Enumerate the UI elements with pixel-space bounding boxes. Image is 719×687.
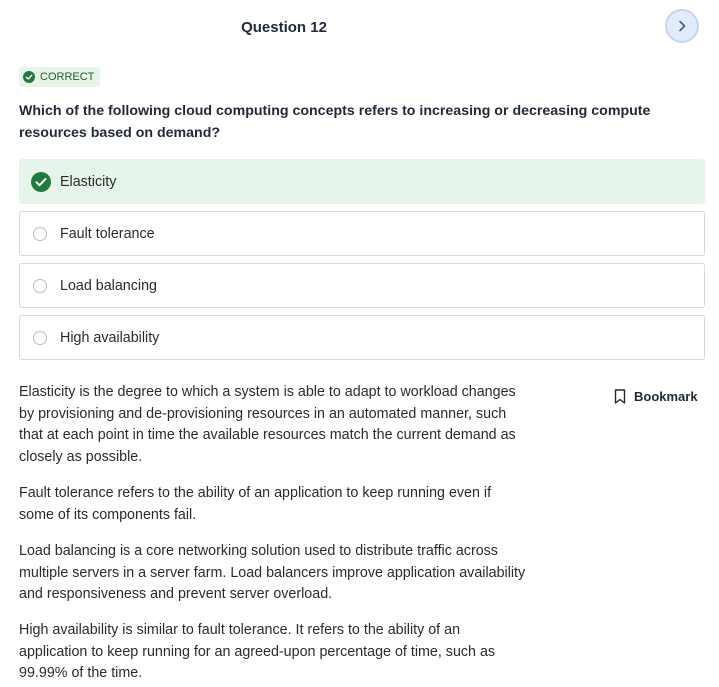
answer-option-load-balancing[interactable]: Load balancing <box>19 263 705 308</box>
answer-option-label: Elasticity <box>60 173 117 190</box>
answer-option-label: Load balancing <box>60 277 157 294</box>
status-badge: CORRECT <box>19 67 101 87</box>
explanation-paragraph: Fault tolerance refers to the ability of… <box>19 485 492 523</box>
bookmark-button[interactable]: Bookmark <box>614 389 698 404</box>
bookmark-icon <box>614 389 626 404</box>
chevron-right-icon <box>679 20 686 32</box>
status-badge-label: CORRECT <box>40 71 95 83</box>
answer-option-label: Fault tolerance <box>60 225 155 242</box>
explanation-paragraph: High availability is similar to fault to… <box>19 622 496 681</box>
next-question-button[interactable] <box>665 9 699 43</box>
explanation-paragraph: Load balancing is a core networking solu… <box>19 543 526 602</box>
radio-icon <box>33 330 47 345</box>
bookmark-label: Bookmark <box>634 389 698 404</box>
answer-option-elasticity[interactable]: Elasticity <box>19 159 705 204</box>
question-text: Which of the following cloud computing c… <box>19 103 651 141</box>
question-title: Question 12 <box>241 19 327 36</box>
check-circle-icon <box>31 171 51 192</box>
answer-option-fault-tolerance[interactable]: Fault tolerance <box>19 211 705 256</box>
check-circle-icon <box>23 71 35 83</box>
answer-option-label: High availability <box>60 329 160 346</box>
explanation-paragraph: Elasticity is the degree to which a syst… <box>19 384 516 465</box>
radio-icon <box>33 226 47 241</box>
radio-icon <box>33 278 47 293</box>
answer-option-high-availability[interactable]: High availability <box>19 315 705 360</box>
